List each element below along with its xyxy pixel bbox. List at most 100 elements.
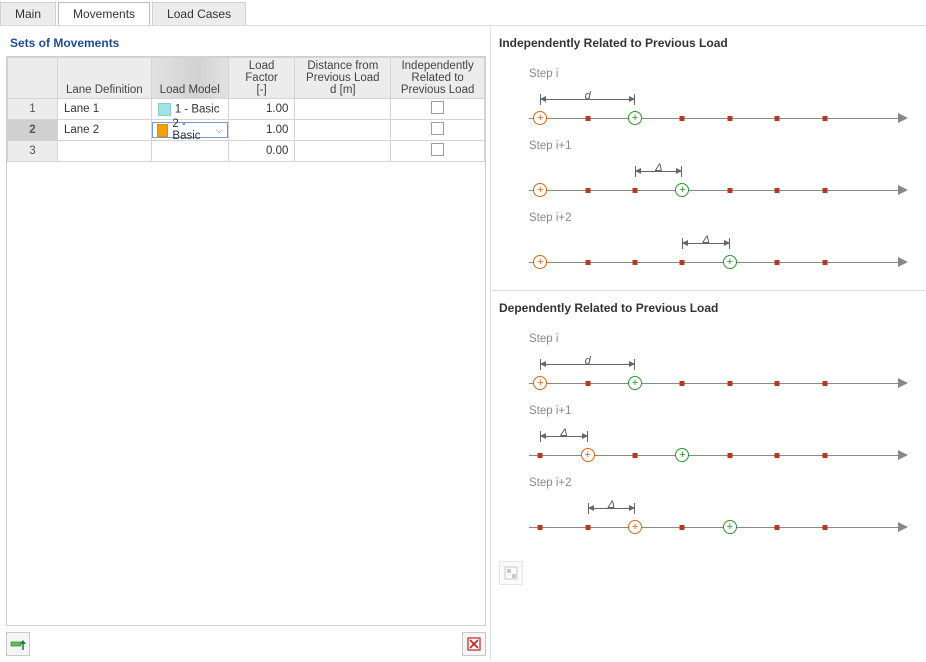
axis-tick — [585, 381, 590, 386]
independent-checkbox[interactable] — [431, 122, 444, 135]
diagram-step: ++Δ — [529, 154, 908, 202]
col-factor[interactable]: Load Factor[-] — [228, 58, 295, 99]
axis-tick — [538, 453, 543, 458]
reference-load-node: + — [628, 520, 642, 534]
col-lane[interactable]: Lane Definition — [57, 58, 151, 99]
arrowhead-icon — [898, 450, 908, 460]
right-panel: Independently Related to Previous Load S… — [490, 26, 926, 660]
moving-load-node: + — [723, 520, 737, 534]
step-label: Step i — [529, 68, 918, 80]
diagram-step: + + Δ — [529, 491, 908, 539]
grid-body: 1Lane 11 - Basic1.002Lane 22 - Basic⌵1.0… — [8, 99, 485, 162]
cell-model[interactable] — [151, 141, 228, 162]
independent-checkbox[interactable] — [431, 101, 444, 114]
axis-tick — [633, 260, 638, 265]
cell-lane[interactable]: Lane 1 — [57, 99, 151, 120]
axis-tick — [727, 116, 732, 121]
cell-lane[interactable]: Lane 2 — [57, 120, 151, 141]
axis-tick — [775, 260, 780, 265]
cell-independent[interactable] — [391, 141, 485, 162]
table-row[interactable]: 30.00 — [8, 141, 485, 162]
dimension: Δ — [588, 503, 635, 515]
step-label: Step i — [529, 333, 918, 345]
axis-tick — [585, 525, 590, 530]
diagram-step: + + Δ — [529, 419, 908, 467]
reference-load-node: + — [581, 448, 595, 462]
moving-load-node: + — [628, 376, 642, 390]
model-swatch — [157, 124, 169, 137]
add-row-icon — [10, 636, 26, 652]
independent-checkbox[interactable] — [431, 143, 444, 156]
cell-lane[interactable] — [57, 141, 151, 162]
moving-load-node: + — [675, 183, 689, 197]
step-label: Step i+2 — [529, 212, 918, 224]
cell-independent[interactable] — [391, 120, 485, 141]
axis-tick — [822, 188, 827, 193]
arrowhead-icon — [898, 378, 908, 388]
cell-factor[interactable]: 0.00 — [228, 141, 295, 162]
arrowhead-icon — [898, 113, 908, 123]
content-area: Sets of Movements Lane Definition Load M… — [0, 26, 926, 660]
dependent-section: Dependently Related to Previous Load Ste… — [491, 291, 926, 555]
axis-tick — [822, 381, 827, 386]
dependent-diagrams: Step i + + d Step i+1 + + Δ Step i+2 + + Δ — [499, 333, 918, 539]
load-model-value: 1 - Basic — [175, 103, 220, 115]
dimension: Δ — [682, 238, 729, 250]
cell-model[interactable]: 2 - Basic⌵ — [151, 120, 228, 141]
independent-section: Independently Related to Previous Load S… — [491, 26, 926, 291]
tab-movements[interactable]: Movements — [58, 2, 150, 25]
delete-row-button[interactable] — [462, 632, 486, 656]
axis-tick — [538, 525, 543, 530]
axis-tick — [822, 116, 827, 121]
table-row[interactable]: 2Lane 22 - Basic⌵1.00 — [8, 120, 485, 141]
tab-loadcases[interactable]: Load Cases — [152, 2, 246, 25]
table-row[interactable]: 1Lane 1 1 - Basic 1.00 — [8, 99, 485, 120]
col-model[interactable]: Load Model — [151, 58, 228, 99]
axis-tick — [822, 453, 827, 458]
dependent-title: Dependently Related to Previous Load — [499, 297, 918, 323]
axis-tick — [775, 116, 780, 121]
dimension-label: Δ — [540, 427, 587, 439]
arrowhead-icon — [898, 185, 908, 195]
axis-tick — [633, 188, 638, 193]
col-distance[interactable]: Distance fromPrevious Loadd [m] — [295, 58, 391, 99]
axis-tick — [727, 453, 732, 458]
grid-toolbar — [6, 626, 486, 656]
tab-main[interactable]: Main — [0, 2, 56, 25]
cell-distance[interactable] — [295, 120, 391, 141]
axis-tick — [822, 525, 827, 530]
left-panel: Sets of Movements Lane Definition Load M… — [0, 26, 490, 660]
row-index[interactable]: 3 — [8, 141, 58, 162]
dimension-label: Δ — [635, 162, 682, 174]
movements-grid[interactable]: Lane Definition Load Model Load Factor[-… — [6, 56, 486, 626]
cell-distance[interactable] — [295, 99, 391, 120]
add-row-button[interactable] — [6, 632, 30, 656]
step-label: Step i+1 — [529, 405, 918, 417]
row-index[interactable]: 2 — [8, 120, 58, 141]
col-independent[interactable]: IndependentlyRelated toPrevious Load — [391, 58, 485, 99]
info-icon — [504, 566, 518, 580]
diagram-step: ++d — [529, 82, 908, 130]
dimension: d — [540, 359, 635, 371]
cell-factor[interactable]: 1.00 — [228, 120, 295, 141]
info-button — [499, 561, 523, 585]
axis-tick — [727, 188, 732, 193]
movements-table: Lane Definition Load Model Load Factor[-… — [7, 57, 485, 162]
axis-tick — [822, 260, 827, 265]
cell-independent[interactable] — [391, 99, 485, 120]
dimension: d — [540, 94, 635, 106]
step-label: Step i+1 — [529, 140, 918, 152]
row-index[interactable]: 1 — [8, 99, 58, 120]
axis-tick — [775, 381, 780, 386]
moving-load-node: + — [675, 448, 689, 462]
cell-model[interactable]: 1 - Basic — [151, 99, 228, 120]
cell-factor[interactable]: 1.00 — [228, 99, 295, 120]
load-model-dropdown[interactable]: 2 - Basic⌵ — [152, 122, 228, 138]
moving-load-node: + — [723, 255, 737, 269]
axis-tick — [680, 381, 685, 386]
step-label: Step i+2 — [529, 477, 918, 489]
axis-tick — [775, 525, 780, 530]
diagram-step: ++Δ — [529, 226, 908, 274]
axis-tick — [585, 260, 590, 265]
cell-distance[interactable] — [295, 141, 391, 162]
